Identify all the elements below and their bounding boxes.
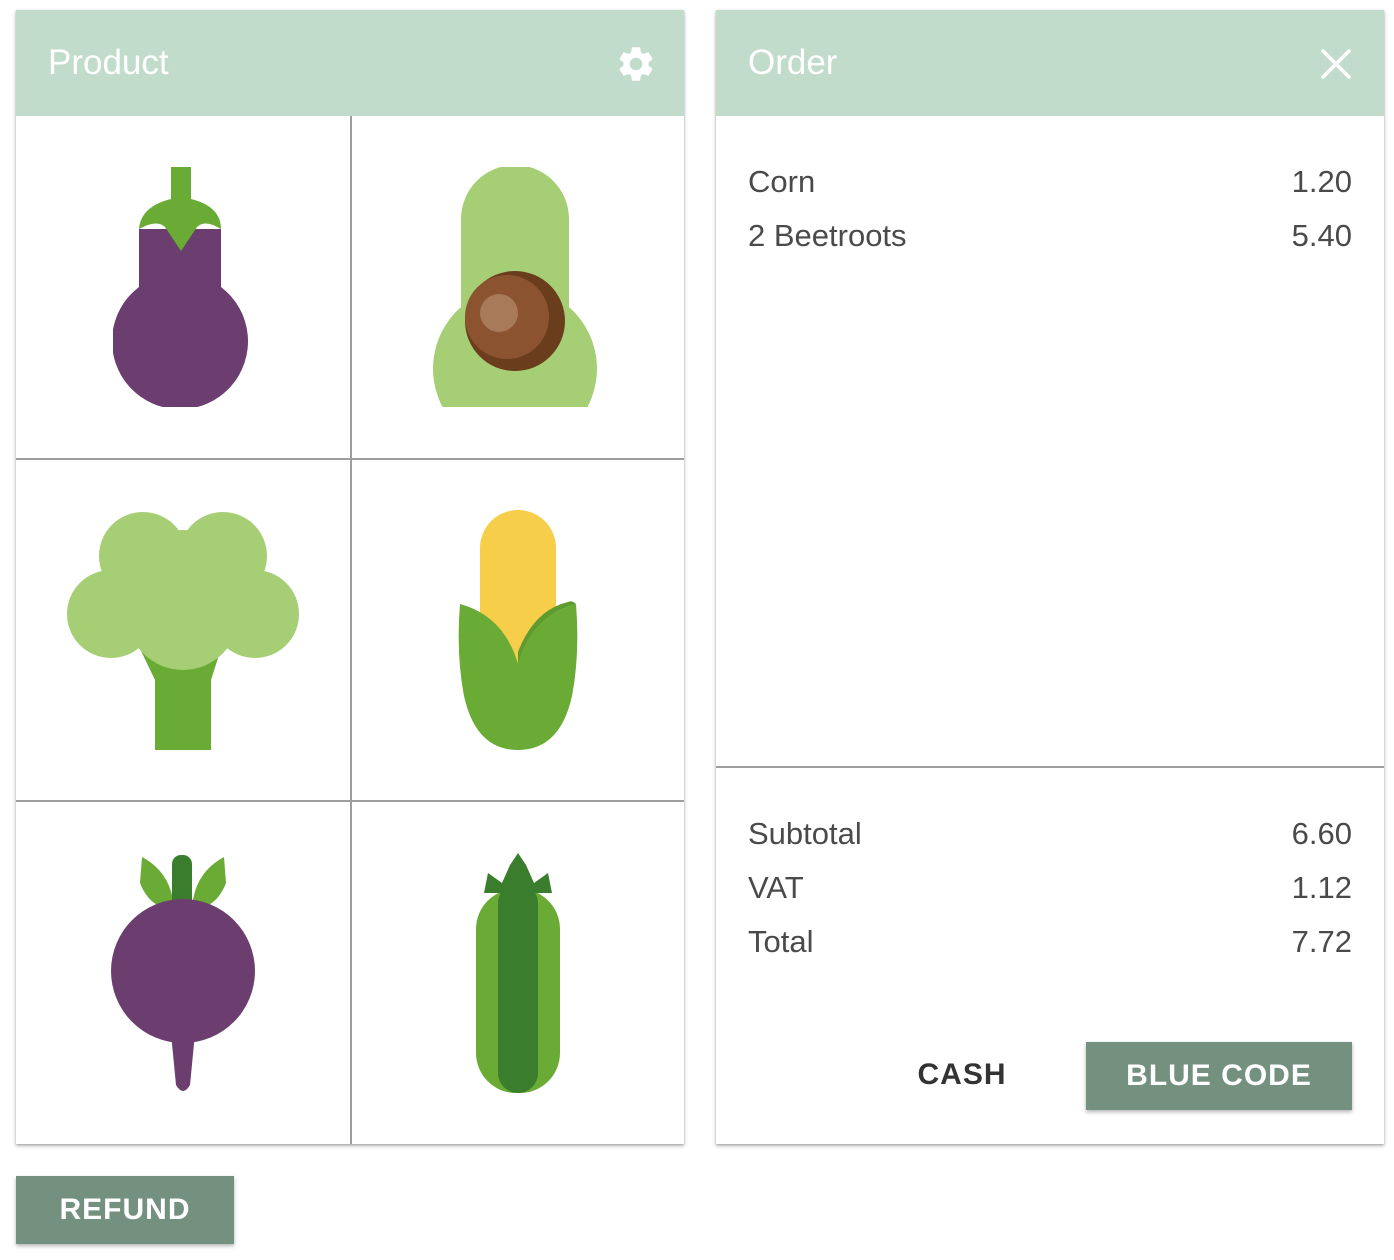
product-panel: Product (16, 10, 684, 1144)
product-grid (16, 116, 684, 1144)
order-header: Order (716, 10, 1384, 116)
order-item-price: 1.20 (1291, 164, 1352, 199)
product-broccoli[interactable] (16, 460, 350, 800)
order-item-price: 5.40 (1291, 218, 1352, 253)
broccoli-icon (67, 512, 299, 750)
product-cucumber[interactable] (352, 802, 684, 1144)
order-item-label: Corn (748, 164, 816, 199)
subtotal-label: Subtotal (748, 816, 862, 851)
close-icon-glyph (1321, 49, 1351, 79)
product-eggplant[interactable] (16, 116, 350, 458)
gear-icon-glyph (619, 47, 653, 81)
order-panel: Order Corn 1.20 2 Beetroots 5.40 Subtota… (716, 10, 1384, 1144)
order-title: Order (748, 43, 838, 82)
gear-icon[interactable] (614, 42, 658, 86)
order-item-label: 2 Beetroots (748, 218, 907, 253)
beetroot-icon (111, 855, 255, 1091)
close-icon[interactable] (1314, 42, 1358, 86)
blue-code-button[interactable]: BLUE CODE (1086, 1042, 1352, 1110)
vat-row: VAT 1.12 (748, 868, 1352, 908)
refund-button[interactable]: REFUND (16, 1176, 234, 1244)
total-row: Total 7.72 (748, 922, 1352, 962)
product-beetroot[interactable] (16, 802, 350, 1144)
order-item[interactable]: 2 Beetroots 5.40 (748, 216, 1352, 256)
eggplant-icon (113, 167, 248, 407)
avocado-icon (433, 167, 597, 407)
total-label: Total (748, 924, 814, 959)
subtotal-row: Subtotal 6.60 (748, 814, 1352, 854)
order-item[interactable]: Corn 1.20 (748, 162, 1352, 202)
product-avocado[interactable] (352, 116, 684, 458)
vat-label: VAT (748, 870, 804, 905)
product-corn[interactable] (352, 460, 684, 800)
cucumber-icon (476, 853, 560, 1093)
cash-button[interactable]: CASH (906, 1042, 1018, 1108)
product-header: Product (16, 10, 684, 116)
vat-value: 1.12 (1291, 870, 1352, 905)
total-value: 7.72 (1291, 924, 1352, 959)
totals-divider (716, 766, 1384, 768)
product-title: Product (48, 43, 169, 82)
corn-icon (458, 510, 578, 750)
subtotal-value: 6.60 (1291, 816, 1352, 851)
